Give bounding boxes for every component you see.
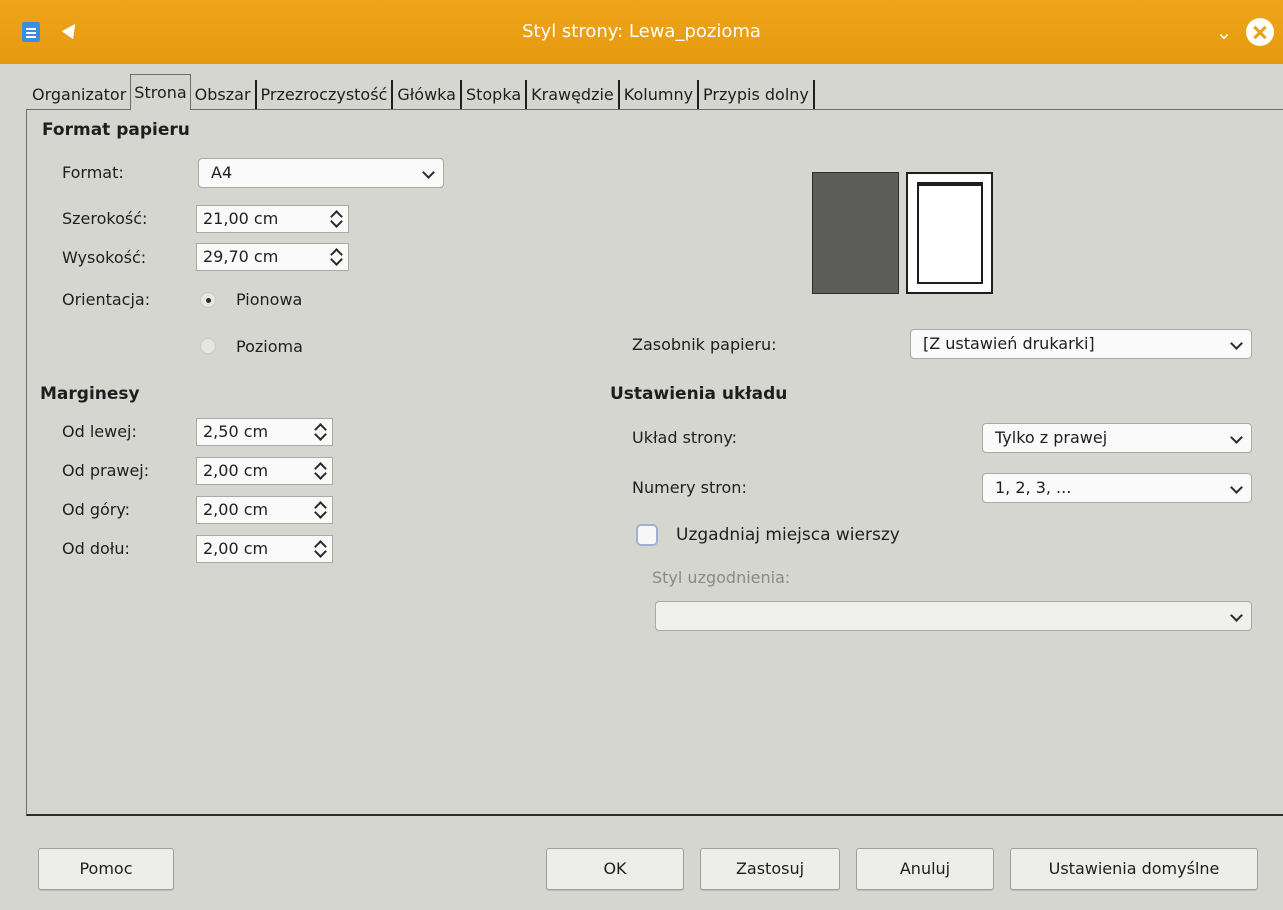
tab-area[interactable]: Obszar [191,80,257,110]
reference-style-dropdown [655,601,1252,631]
margin-left-spinner[interactable]: 2,50 cm [196,418,333,446]
margin-right-label: Od prawej: [62,461,150,480]
height-label: Wysokość: [62,248,147,267]
spin-arrows-icon[interactable] [312,461,328,481]
paper-tray-dropdown[interactable]: [Z ustawień drukarki] [910,329,1252,359]
tab-transparency[interactable]: Przezroczystość [257,80,394,110]
portrait-label[interactable]: Pionowa [236,290,302,309]
page-numbers-value: 1, 2, 3, ... [995,478,1072,497]
tab-columns[interactable]: Kolumny [620,80,700,110]
paper-tray-label: Zasobnik papieru: [632,335,777,354]
spin-arrows-icon[interactable] [328,247,344,267]
format-value: A4 [211,163,233,182]
tab-footer[interactable]: Stopka [462,80,528,110]
width-label: Szerokość: [62,209,148,228]
apply-button[interactable]: Zastosuj [700,848,840,890]
title-bar: ▲ Styl strony: Lewa_pozioma ⌄ [0,0,1283,64]
reset-defaults-button[interactable]: Ustawienia domyślne [1010,848,1258,890]
margin-bottom-value: 2,00 cm [203,539,269,558]
tab-borders[interactable]: Krawędzie [527,80,620,110]
tab-page[interactable]: Strona [130,74,191,110]
chevron-down-icon [1230,609,1243,622]
tab-header[interactable]: Główka [393,80,462,110]
chevron-down-icon [1230,431,1243,444]
ok-button[interactable]: OK [546,848,684,890]
format-dropdown[interactable]: A4 [198,158,444,188]
margin-left-value: 2,50 cm [203,422,269,441]
reference-style-label: Styl uzgodnienia: [652,568,791,587]
close-icon[interactable] [1246,18,1274,46]
tab-bar: Organizator Strona Obszar Przezroczystoś… [28,74,815,110]
height-spinner[interactable]: 29,70 cm [196,243,349,271]
margin-right-spinner[interactable]: 2,00 cm [196,457,333,485]
page-preview-content-area [917,182,983,284]
margin-left-label: Od lewej: [62,422,137,441]
page-numbers-label: Numery stron: [632,478,747,497]
spin-arrows-icon[interactable] [312,500,328,520]
spin-arrows-icon[interactable] [312,422,328,442]
margin-bottom-label: Od dołu: [62,539,130,558]
format-label: Format: [62,163,124,182]
paper-format-heading: Format papieru [42,120,190,140]
tab-footnote[interactable]: Przypis dolny [699,80,815,110]
margin-top-value: 2,00 cm [203,500,269,519]
portrait-radio[interactable] [200,292,216,308]
cancel-button[interactable]: Anuluj [856,848,994,890]
page-numbers-dropdown[interactable]: 1, 2, 3, ... [982,473,1252,503]
margin-top-label: Od góry: [62,500,131,519]
page-preview [906,172,993,294]
register-true-checkbox[interactable] [636,524,658,546]
landscape-label[interactable]: Pozioma [236,337,303,356]
tab-organizer[interactable]: Organizator [28,80,130,110]
margins-heading: Marginesy [40,384,140,404]
spin-arrows-icon[interactable] [328,209,344,229]
width-value: 21,00 cm [203,209,279,228]
orientation-label: Orientacja: [62,290,151,309]
window-title: Styl strony: Lewa_pozioma [522,21,761,42]
register-true-label[interactable]: Uzgadniaj miejsca wierszy [676,525,900,545]
page-layout-label: Układ strony: [632,428,738,447]
margin-right-value: 2,00 cm [203,461,269,480]
width-spinner[interactable]: 21,00 cm [196,205,349,233]
margin-bottom-spinner[interactable]: 2,00 cm [196,535,333,563]
chevron-down-icon [1230,337,1243,350]
page-layout-dropdown[interactable]: Tylko z prawej [982,423,1252,453]
landscape-radio[interactable] [200,338,216,354]
help-button[interactable]: Pomoc [38,848,174,890]
paper-tray-value: [Z ustawień drukarki] [923,334,1095,353]
margin-top-spinner[interactable]: 2,00 cm [196,496,333,524]
minimize-chevron-icon[interactable]: ⌄ [1212,20,1236,44]
layout-settings-heading: Ustawienia układu [610,384,788,404]
height-value: 29,70 cm [203,247,279,266]
chevron-down-icon [1230,481,1243,494]
page-layout-value: Tylko z prawej [995,428,1108,447]
page-preview-shadow [812,172,899,294]
chevron-down-icon [422,166,435,179]
spin-arrows-icon[interactable] [312,539,328,559]
